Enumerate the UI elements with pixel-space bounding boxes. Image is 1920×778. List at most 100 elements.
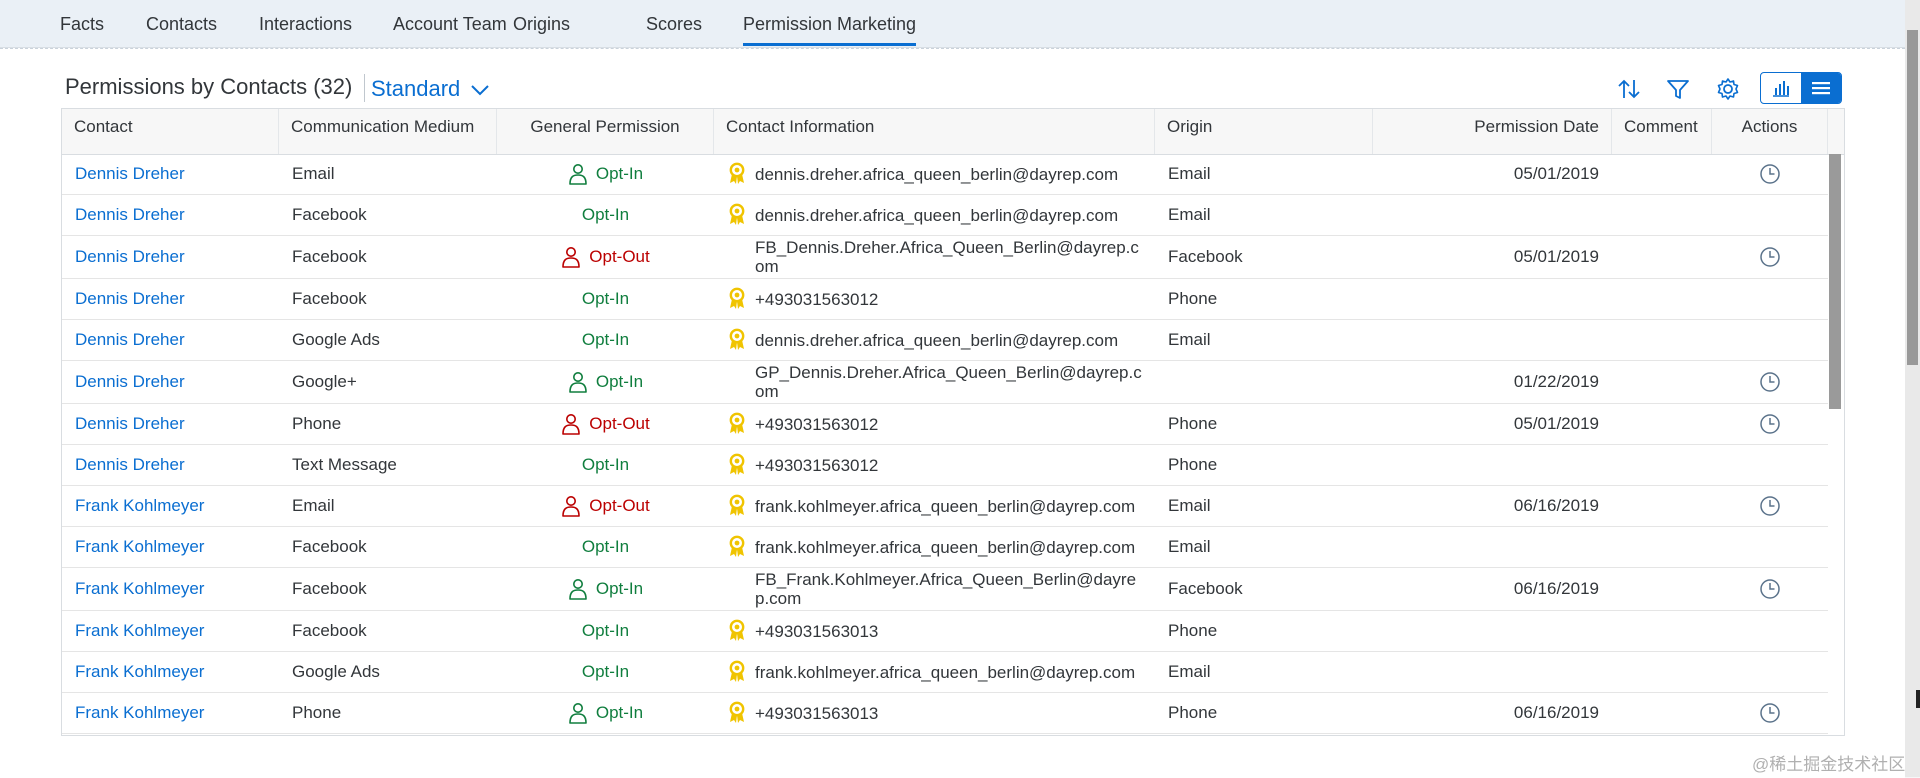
- sort-icon[interactable]: [1616, 76, 1642, 102]
- communication-medium: Email: [279, 486, 497, 526]
- communication-medium-text: Facebook: [292, 537, 367, 556]
- contact-link-text[interactable]: Dennis Dreher: [75, 372, 185, 392]
- contact-link[interactable]: Frank Kohlmeyer: [62, 693, 279, 733]
- column-header-actions[interactable]: Actions: [1712, 109, 1828, 154]
- history-clock-icon[interactable]: [1759, 702, 1781, 724]
- actions: [1712, 279, 1828, 319]
- tab-interactions[interactable]: Interactions: [259, 14, 352, 46]
- comment: [1612, 279, 1712, 319]
- column-header-contact-information[interactable]: Contact Information: [714, 109, 1155, 154]
- table-row[interactable]: Frank Kohlmeyer Facebook Opt-In FB_Frank.Ko…: [62, 568, 1828, 611]
- communication-medium-text: Facebook: [292, 289, 367, 308]
- resize-handle[interactable]: [1916, 690, 1920, 708]
- contact-link[interactable]: Frank Kohlmeyer: [62, 652, 279, 692]
- table-row[interactable]: Dennis Dreher Facebook Opt-In dennis.dreher…: [62, 195, 1828, 236]
- contact-link-text[interactable]: Dennis Dreher: [75, 330, 185, 350]
- column-header-communication-medium[interactable]: Communication Medium: [279, 109, 497, 154]
- table-row[interactable]: Frank Kohlmeyer Facebook Opt-In +4930315630…: [62, 611, 1828, 652]
- column-header-general-permission[interactable]: General Permission: [497, 109, 714, 154]
- table-row[interactable]: Frank Kohlmeyer Google Ads Opt-In frank.koh…: [62, 652, 1828, 693]
- table-view-button[interactable]: [1801, 73, 1841, 103]
- history-clock-icon[interactable]: [1759, 371, 1781, 393]
- history-clock-icon[interactable]: [1759, 495, 1781, 517]
- table-row[interactable]: Frank Kohlmeyer Email Opt-Out frank.kohlmey…: [62, 486, 1828, 527]
- table-row[interactable]: Dennis Dreher Google Ads Opt-In dennis.dreh…: [62, 320, 1828, 361]
- contact-link-text[interactable]: Frank Kohlmeyer: [75, 496, 204, 516]
- contact-link[interactable]: Frank Kohlmeyer: [62, 486, 279, 526]
- column-header-origin[interactable]: Origin: [1155, 109, 1373, 154]
- actions[interactable]: [1712, 404, 1828, 444]
- contact-link[interactable]: Dennis Dreher: [62, 361, 279, 403]
- contact-link[interactable]: Frank Kohlmeyer: [62, 611, 279, 651]
- contact-information: GP_Dennis.Dreher.Africa_Queen_Berlin@day…: [714, 361, 1155, 403]
- actions[interactable]: [1712, 236, 1828, 278]
- table-row[interactable]: Dennis Dreher Facebook Opt-In +493031563012…: [62, 279, 1828, 320]
- history-clock-icon[interactable]: [1759, 246, 1781, 268]
- column-header-contact[interactable]: Contact: [62, 109, 279, 154]
- contact-link-text[interactable]: Frank Kohlmeyer: [75, 537, 204, 557]
- tab-contacts[interactable]: Contacts: [146, 14, 217, 46]
- actions[interactable]: [1712, 693, 1828, 733]
- tab-account-team[interactable]: Account Team: [393, 14, 507, 46]
- tab-scores[interactable]: Scores: [646, 14, 702, 46]
- award-ribbon-icon: [729, 660, 745, 682]
- contact-link-text[interactable]: Frank Kohlmeyer: [75, 662, 204, 682]
- contact-link[interactable]: Frank Kohlmeyer: [62, 527, 279, 567]
- contact-link-text[interactable]: Frank Kohlmeyer: [75, 621, 204, 641]
- table-row[interactable]: Dennis Dreher Google+ Opt-In GP_Dennis.Dreh…: [62, 361, 1828, 404]
- table-row[interactable]: Dennis Dreher Text Message Opt-In +49303156…: [62, 445, 1828, 486]
- table-row[interactable]: Dennis Dreher Phone Opt-Out +493031563012 Ph…: [62, 404, 1828, 445]
- comment: [1612, 320, 1712, 360]
- general-permission-text: Opt-Out: [589, 247, 650, 266]
- history-clock-icon[interactable]: [1759, 578, 1781, 600]
- origin-text: Phone: [1168, 414, 1218, 433]
- permission-date-text: 05/01/2019: [1513, 414, 1599, 433]
- contact-link[interactable]: Frank Kohlmeyer: [62, 568, 279, 610]
- contact-link[interactable]: Dennis Dreher: [62, 445, 279, 485]
- contact-link[interactable]: Dennis Dreher: [62, 195, 279, 235]
- comment: [1612, 611, 1712, 651]
- table-row[interactable]: Frank Kohlmeyer Facebook Opt-In frank.kohlm…: [62, 527, 1828, 568]
- actions[interactable]: [1712, 154, 1828, 194]
- contact-link-text[interactable]: Dennis Dreher: [75, 164, 185, 184]
- actions[interactable]: [1712, 486, 1828, 526]
- actions[interactable]: [1712, 568, 1828, 610]
- column-header-comment[interactable]: Comment: [1612, 109, 1712, 154]
- contact-link[interactable]: Dennis Dreher: [62, 320, 279, 360]
- communication-medium: Facebook: [279, 236, 497, 278]
- contact-link[interactable]: Dennis Dreher: [62, 279, 279, 319]
- contact-link-text[interactable]: Dennis Dreher: [75, 205, 185, 225]
- column-header-permission-date[interactable]: Permission Date: [1373, 109, 1612, 154]
- general-permission-text: Opt-In: [595, 164, 644, 183]
- tab-facts[interactable]: Facts: [60, 14, 104, 46]
- general-permission-text: Opt-In: [581, 330, 630, 349]
- origin: Facebook: [1155, 236, 1373, 278]
- contact-link[interactable]: Dennis Dreher: [62, 404, 279, 444]
- table-row[interactable]: Dennis Dreher Facebook Opt-Out FB_Dennis.Dr…: [62, 236, 1828, 279]
- tab-origins[interactable]: Origins: [513, 14, 570, 46]
- tab-permission-marketing[interactable]: Permission Marketing: [743, 14, 917, 46]
- contact-link-text[interactable]: Dennis Dreher: [75, 247, 185, 267]
- table-row[interactable]: Dennis Dreher Email Opt-In dennis.dreher.af…: [62, 154, 1828, 195]
- contact-link[interactable]: Dennis Dreher: [62, 154, 279, 194]
- table-row[interactable]: Frank Kohlmeyer Phone Opt-In +493031563013 P…: [62, 693, 1828, 734]
- chart-view-button[interactable]: [1761, 73, 1801, 103]
- contact-link-text[interactable]: Dennis Dreher: [75, 414, 185, 434]
- general-permission: Opt-In: [497, 611, 714, 651]
- history-clock-icon[interactable]: [1759, 413, 1781, 435]
- page-scrollbar-thumb[interactable]: [1907, 30, 1918, 365]
- settings-gear-icon[interactable]: [1715, 76, 1741, 102]
- contact-link-text[interactable]: Frank Kohlmeyer: [75, 579, 204, 599]
- contact-information-text: +493031563012: [755, 455, 879, 475]
- contact-link[interactable]: Dennis Dreher: [62, 236, 279, 278]
- chevron-down-icon[interactable]: [470, 80, 490, 100]
- table-scrollbar-thumb[interactable]: [1829, 154, 1841, 409]
- actions[interactable]: [1712, 361, 1828, 403]
- contact-link-text[interactable]: Dennis Dreher: [75, 289, 185, 309]
- contact-link-text[interactable]: Frank Kohlmeyer: [75, 703, 204, 723]
- filter-icon[interactable]: [1665, 76, 1691, 102]
- variant-management-button[interactable]: Standard: [371, 76, 460, 102]
- contact-information: FB_Frank.Kohlmeyer.Africa_Queen_Berlin@d…: [714, 568, 1155, 610]
- contact-link-text[interactable]: Dennis Dreher: [75, 455, 185, 475]
- history-clock-icon[interactable]: [1759, 163, 1781, 185]
